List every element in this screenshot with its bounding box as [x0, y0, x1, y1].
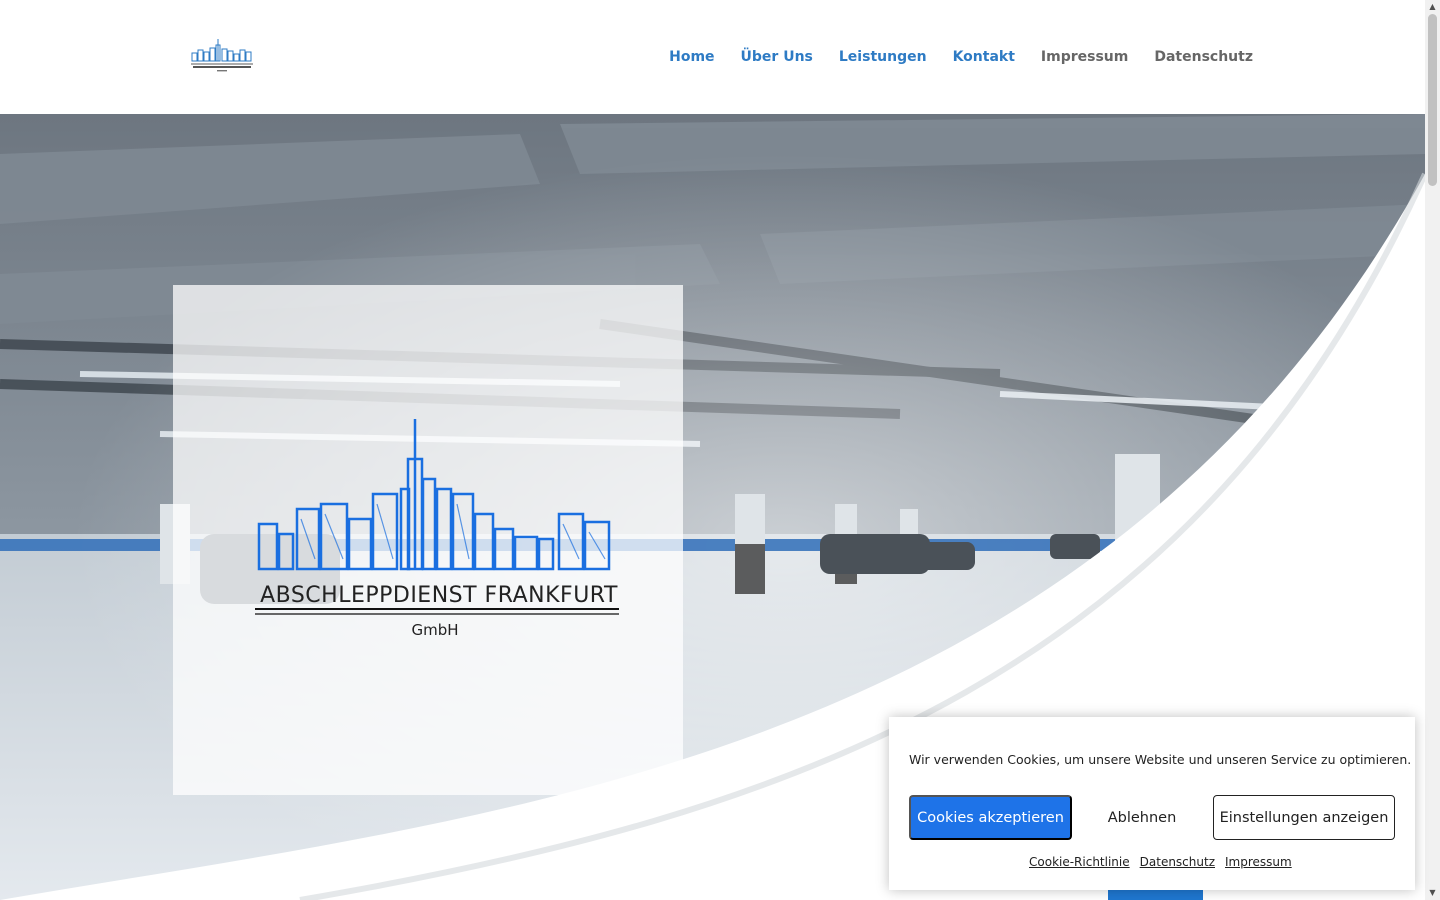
scroll-down-arrow-icon[interactable]: ▼ — [1428, 889, 1437, 897]
nav-link-leistungen[interactable]: Leistungen — [839, 47, 927, 67]
nav-link-impressum[interactable]: Impressum — [1041, 47, 1128, 67]
logo-title-text: ABSCHLEPPDIENST FRANKFURT — [260, 583, 618, 608]
cookie-consent-banner: Wir verwenden Cookies, um unsere Website… — [889, 717, 1415, 890]
scroll-up-arrow-icon[interactable]: ▲ — [1428, 3, 1437, 11]
nav-link-ueber-uns[interactable]: Über Uns — [741, 47, 813, 67]
cookie-settings-button[interactable]: Einstellungen anzeigen — [1213, 795, 1395, 840]
nav-link-kontakt[interactable]: Kontakt — [953, 47, 1015, 67]
page-scrollbar[interactable]: ▲ ▼ — [1425, 0, 1440, 900]
scrollbar-thumb[interactable] — [1428, 14, 1437, 186]
main-navigation: Home Über Uns Leistungen Kontakt Impress… — [669, 47, 1253, 67]
logo-subtitle-text: GmbH — [411, 621, 458, 639]
accept-cookies-button[interactable]: Cookies akzeptieren — [909, 795, 1072, 840]
cookie-links: Cookie-Richtlinie Datenschutz Impressum — [1029, 855, 1292, 869]
imprint-link[interactable]: Impressum — [1225, 855, 1292, 869]
site-header: Home Über Uns Leistungen Kontakt Impress… — [0, 0, 1425, 114]
privacy-link[interactable]: Datenschutz — [1140, 855, 1215, 869]
cookie-message: Wir verwenden Cookies, um unsere Website… — [909, 752, 1412, 767]
deny-cookies-button[interactable]: Ablehnen — [1089, 795, 1195, 840]
company-logo[interactable] — [189, 37, 255, 73]
abschleppdienst-frankfurt-logo: ABSCHLEPPDIENST FRANKFURT GmbH — [255, 419, 619, 639]
nav-link-home[interactable]: Home — [669, 47, 714, 67]
cookie-policy-link[interactable]: Cookie-Richtlinie — [1029, 855, 1130, 869]
nav-link-datenschutz[interactable]: Datenschutz — [1154, 47, 1253, 67]
